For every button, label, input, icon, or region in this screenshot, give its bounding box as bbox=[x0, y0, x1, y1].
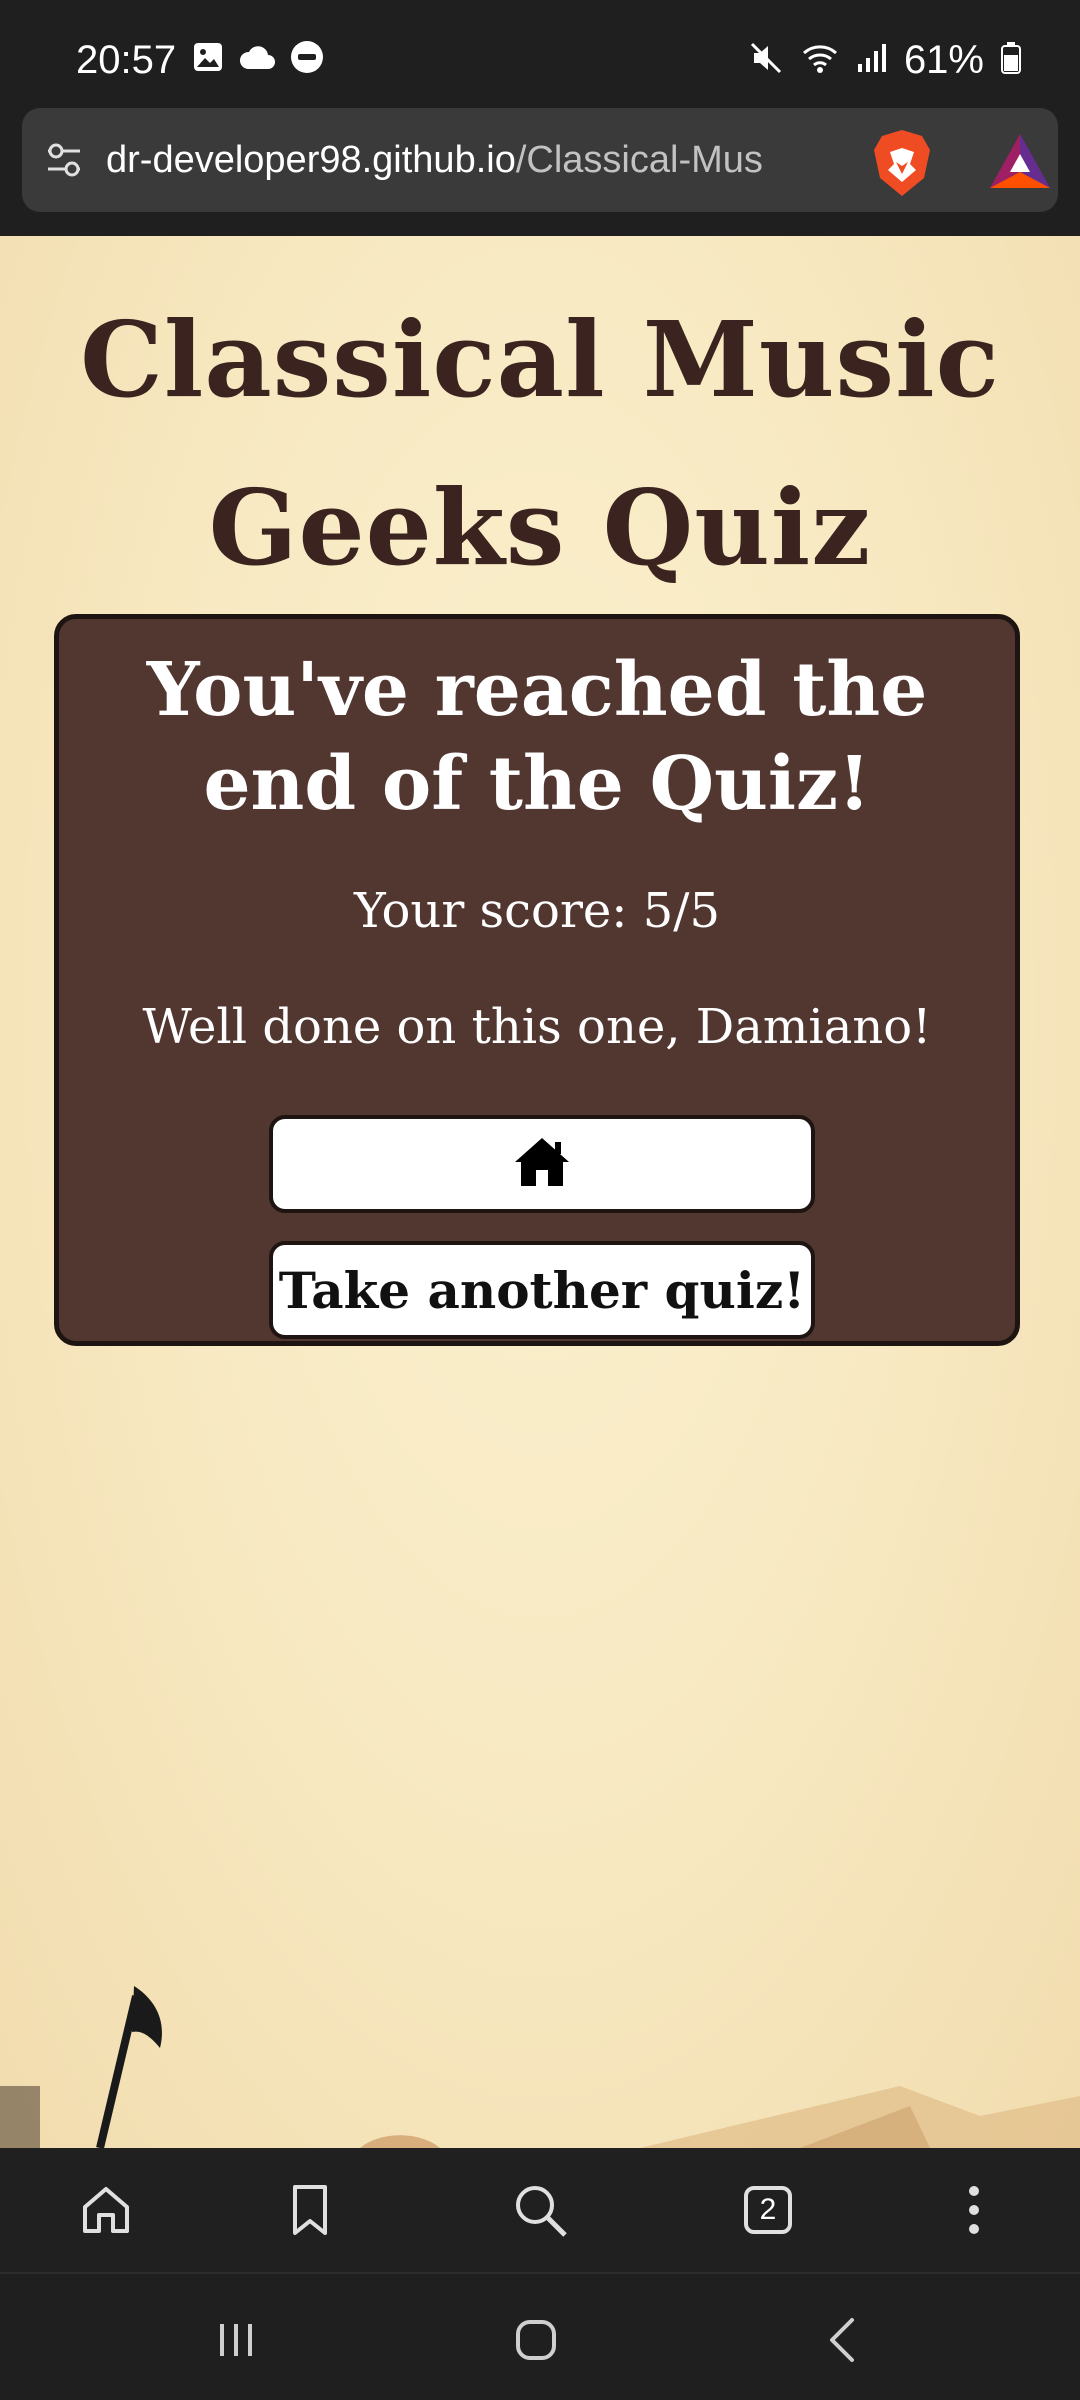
status-right-icons: 61% bbox=[748, 34, 1022, 86]
back-icon[interactable] bbox=[812, 2310, 872, 2370]
status-time: 20:57 bbox=[76, 38, 177, 82]
search-icon[interactable] bbox=[506, 2176, 574, 2244]
brave-rewards-icon[interactable] bbox=[988, 132, 1052, 194]
more-menu-icon[interactable] bbox=[940, 2176, 1008, 2244]
address-bar-area: dr-developer98.github.io/Classical-Mus bbox=[0, 108, 1080, 236]
home-icon bbox=[513, 1136, 571, 1192]
cloud-icon bbox=[238, 43, 276, 75]
battery-percentage: 61% bbox=[903, 38, 984, 82]
status-bar: 20:57 61% bbox=[0, 0, 1080, 108]
tabs-button[interactable]: 2 bbox=[734, 2176, 802, 2244]
system-home-icon[interactable] bbox=[506, 2310, 566, 2370]
status-left-icons bbox=[192, 40, 324, 78]
url-text[interactable]: dr-developer98.github.io/Classical-Mus bbox=[106, 134, 846, 186]
url-path: /Classical-Mus bbox=[515, 139, 763, 181]
site-settings-icon[interactable] bbox=[42, 138, 86, 186]
signal-icon bbox=[856, 42, 888, 78]
web-page: Classical Music Geeks Quiz You've reache… bbox=[0, 236, 1080, 2148]
wifi-icon bbox=[800, 41, 840, 79]
system-navigation-bar bbox=[0, 2272, 1080, 2400]
recent-apps-icon[interactable] bbox=[206, 2310, 266, 2370]
brave-shields-icon[interactable] bbox=[870, 128, 934, 202]
image-icon bbox=[192, 41, 224, 77]
take-another-quiz-button[interactable]: Take another quiz! bbox=[269, 1241, 815, 1339]
result-heading: You've reached the end of the Quiz! bbox=[146, 647, 928, 827]
congrats-message: Well done on this one, Damiano! bbox=[142, 999, 932, 1055]
tabs-count: 2 bbox=[744, 2186, 792, 2234]
background-decoration bbox=[0, 1986, 1080, 2148]
browser-toolbar: 2 bbox=[0, 2148, 1080, 2272]
url-domain: dr-developer98.github.io bbox=[106, 139, 516, 181]
score-text: Your score: 5/5 bbox=[354, 883, 720, 939]
address-bar[interactable]: dr-developer98.github.io/Classical-Mus bbox=[22, 108, 1058, 212]
mute-icon bbox=[748, 40, 784, 80]
home-icon[interactable] bbox=[72, 2176, 140, 2244]
page-title: Classical Music Geeks Quiz bbox=[80, 298, 1000, 589]
result-card: You've reached the end of the Quiz! Your… bbox=[54, 614, 1020, 1346]
home-button[interactable] bbox=[269, 1115, 815, 1213]
do-not-disturb-icon bbox=[290, 40, 324, 78]
bookmark-icon[interactable] bbox=[276, 2176, 344, 2244]
battery-icon bbox=[1000, 41, 1022, 79]
